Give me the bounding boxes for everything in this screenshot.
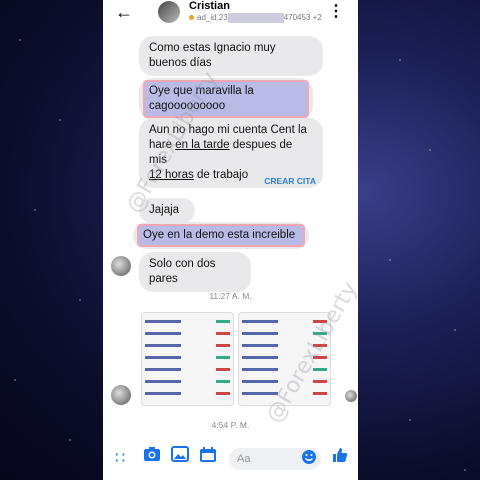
trade-row bbox=[145, 388, 230, 398]
ad-id: ad_id.23 bbox=[197, 13, 228, 23]
highlight-box: Oye que maravilla la cagooooooooo bbox=[143, 80, 309, 118]
sender-avatar[interactable] bbox=[111, 385, 131, 405]
gallery-icon[interactable] bbox=[171, 446, 189, 467]
trade-row bbox=[242, 340, 327, 350]
messenger-screen: ← Cristian ad_id.23 470453 +2 ⋮ Como esta… bbox=[103, 0, 358, 480]
text-segment: hare bbox=[149, 139, 176, 151]
text-segment: de trabajo bbox=[193, 169, 249, 181]
trade-row bbox=[145, 364, 230, 374]
message-line: hare en la tarde despues de mis bbox=[149, 138, 313, 168]
trade-row bbox=[242, 364, 327, 374]
message-text: Oye que maravilla la cagooooooooo bbox=[149, 85, 254, 112]
redacted-block bbox=[227, 13, 284, 23]
timestamp: 11:27 A. M. bbox=[209, 291, 252, 301]
apps-grid-icon[interactable]: ∷ bbox=[115, 448, 125, 468]
trade-row bbox=[242, 328, 327, 338]
message-text: Como estas Ignacio muy buenos días bbox=[149, 42, 276, 69]
trade-row bbox=[242, 376, 327, 386]
contact-avatar[interactable] bbox=[158, 1, 180, 23]
highlight-box: Oye en la demo esta increible bbox=[137, 224, 305, 247]
sender-avatar[interactable] bbox=[111, 256, 131, 276]
image-attachment-group[interactable] bbox=[141, 312, 331, 406]
message-text: Jajaja bbox=[149, 204, 180, 216]
trade-row bbox=[242, 352, 327, 362]
message-text: Solo con dos pares bbox=[149, 258, 216, 285]
trade-row bbox=[242, 316, 327, 326]
contact-name[interactable]: Cristian bbox=[189, 0, 230, 12]
ad-id-suffix: 470453 bbox=[283, 13, 311, 23]
trade-row bbox=[145, 316, 230, 326]
trade-row bbox=[145, 328, 230, 338]
trade-row bbox=[242, 388, 327, 398]
message-line: Aun no hago mi cuenta Cent la bbox=[149, 124, 307, 136]
thumbs-up-icon[interactable] bbox=[331, 446, 349, 469]
trade-row bbox=[145, 376, 230, 386]
trade-screenshot-image[interactable] bbox=[141, 312, 234, 406]
message-bubble[interactable]: Oye que maravilla la cagooooooooo bbox=[139, 78, 313, 120]
timestamp: 4:54 P. M. bbox=[211, 420, 250, 430]
create-appointment-button[interactable]: CREAR CITA bbox=[264, 176, 316, 186]
message-bubble[interactable]: Jajaja bbox=[139, 198, 195, 223]
message-text: Oye en la demo esta increible bbox=[143, 229, 296, 241]
chat-header: ← Cristian ad_id.23 470453 +2 ⋮ bbox=[103, 0, 358, 28]
status-dot-icon bbox=[189, 15, 194, 21]
trade-screenshot-image[interactable] bbox=[238, 312, 331, 406]
calendar-icon[interactable] bbox=[199, 446, 217, 468]
more-vert-icon[interactable]: ⋮ bbox=[328, 1, 344, 21]
emoji-icon[interactable] bbox=[301, 449, 317, 470]
message-bubble[interactable]: Solo con dos pares bbox=[139, 252, 251, 292]
trade-row bbox=[145, 340, 230, 350]
message-bubble[interactable]: Como estas Ignacio muy buenos días bbox=[139, 36, 323, 76]
camera-icon[interactable] bbox=[143, 446, 161, 467]
detected-link[interactable]: en la tarde bbox=[175, 139, 229, 151]
message-bubble[interactable]: Oye en la demo esta increible bbox=[133, 222, 309, 249]
ad-id-line: ad_id.23 470453 +2 bbox=[189, 13, 322, 23]
back-arrow-icon[interactable]: ← bbox=[115, 2, 133, 23]
read-receipt-avatar bbox=[345, 390, 357, 402]
extra-count: +2 bbox=[312, 13, 322, 23]
detected-link[interactable]: 12 horas bbox=[149, 169, 194, 181]
trade-row bbox=[145, 352, 230, 362]
